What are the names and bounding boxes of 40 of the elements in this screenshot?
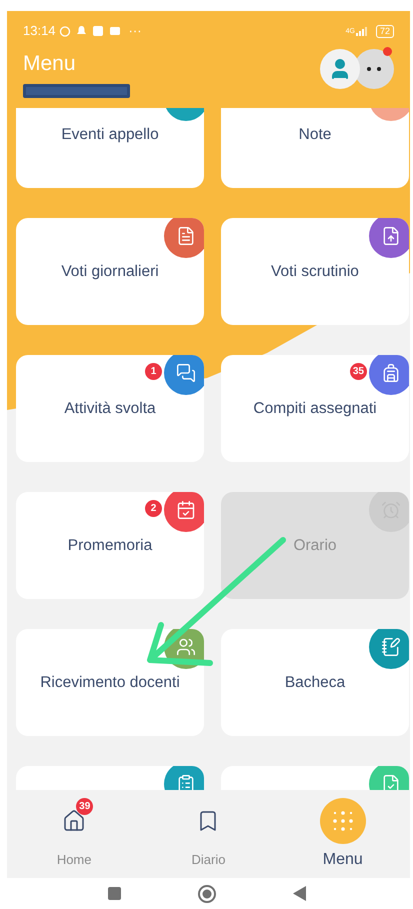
count-badge: 39 [76,798,94,815]
back-button[interactable] [292,886,306,901]
nav-tab[interactable]: 39 Home [7,790,142,878]
home-icon [62,809,86,833]
card-label: Ricevimento docenti [40,672,180,693]
battery-level: 72 [376,24,394,38]
menu-card[interactable]: 1 Attività svolta [16,355,204,462]
count-badge: 35 [350,363,367,380]
card-label: Bacheca [284,672,346,693]
count-badge: 2 [145,500,162,517]
count-badge: 1 [145,363,162,380]
card-label: Compiti assegnati [253,398,377,419]
nav-label: Menu [322,850,363,870]
card-label: Eventi appello [61,124,159,145]
profile-avatar[interactable] [320,49,360,89]
page-title: Menu [23,51,77,77]
menu-card[interactable]: Voti giornalieri [16,218,204,325]
grid-dots-icon [320,798,366,844]
menu-card[interactable]: 2 Promemoria [16,492,204,599]
card-label: Attività svolta [64,398,156,419]
nav-label: Diario [192,851,226,869]
signal-icon [356,26,370,36]
card-label: Promemoria [68,536,152,556]
card-label: Voti giornalieri [61,262,159,282]
card-label: Note [298,124,332,145]
card-label: Voti scrutinio [271,262,359,282]
home-button[interactable] [196,884,216,904]
recents-button[interactable] [108,887,120,900]
bell-icon [76,25,87,37]
menu-card[interactable]: Bacheca [221,629,409,736]
menu-card[interactable]: 35 Compiti assegnati [221,355,409,462]
menu-card[interactable]: Eventi appello [16,108,204,188]
nav-tab[interactable]: Menu [276,790,410,878]
more-indicator: ··· [128,22,142,40]
nav-label: Home [56,851,92,869]
menu-card[interactable]: Voti scrutinio [221,218,409,325]
card-label: Orario [293,536,337,556]
status-time: 13:14 [23,22,56,40]
menu-card[interactable]: Note [221,108,409,188]
menu-card[interactable]: Ricevimento docenti [16,629,204,736]
